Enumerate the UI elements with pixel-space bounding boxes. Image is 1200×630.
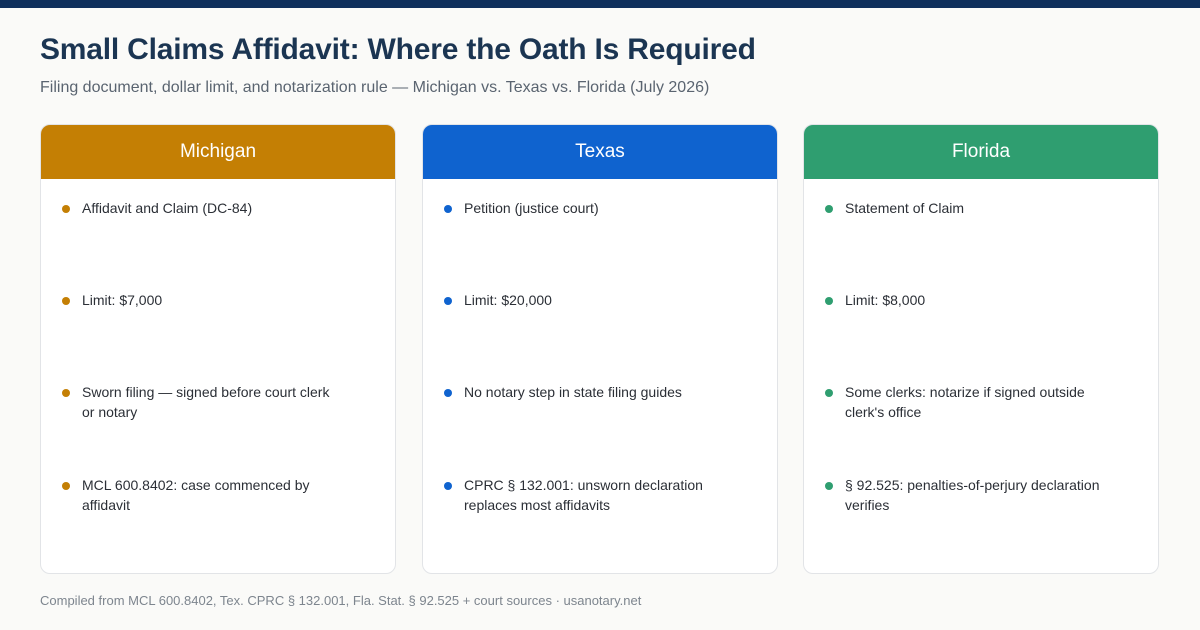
top-accent-bar <box>0 0 1200 8</box>
list-item: Limit: $8,000 <box>825 291 1105 311</box>
card-michigan: Michigan Affidavit and Claim (DC-84) Lim… <box>40 124 396 574</box>
list-item: CPRC § 132.001: unsworn declaration repl… <box>444 476 724 515</box>
item-text: No notary step in state filing guides <box>464 384 682 400</box>
card-title-florida: Florida <box>951 141 1011 162</box>
page-subtitle: Filing document, dollar limit, and notar… <box>40 79 710 96</box>
card-florida: Florida Statement of Claim Limit: $8,000… <box>803 124 1159 574</box>
list-item: Some clerks: notarize if signed outside … <box>825 383 1105 422</box>
list-item: No notary step in state filing guides <box>444 383 724 403</box>
page-title: Small Claims Affidavit: Where the Oath I… <box>40 33 756 66</box>
item-text: Petition (justice court) <box>464 200 599 216</box>
list-item: Limit: $20,000 <box>444 291 724 311</box>
card-title-michigan: Michigan <box>179 141 257 162</box>
list-item: Sworn filing — signed before court clerk… <box>62 383 342 422</box>
item-text: Sworn filing — signed before court clerk… <box>82 384 330 420</box>
bullet-dot-icon <box>825 204 833 213</box>
bullet-dot-icon <box>825 296 833 305</box>
list-item: Affidavit and Claim (DC-84) <box>62 199 342 219</box>
item-text: Statement of Claim <box>845 200 965 216</box>
list-item: Petition (justice court) <box>444 199 724 219</box>
bullet-dot-icon <box>444 388 452 397</box>
item-text: Limit: $7,000 <box>82 292 163 308</box>
bullet-dot-icon <box>444 296 452 305</box>
item-text: Some clerks: notarize if signed outside … <box>845 384 1085 420</box>
card-title-texas: Texas <box>575 141 625 162</box>
bullet-dot-icon <box>444 204 452 213</box>
item-text: Affidavit and Claim (DC-84) <box>82 200 253 216</box>
list-item: § 92.525: penalties-of-perjury declarati… <box>825 476 1105 515</box>
item-text: § 92.525: penalties-of-perjury declarati… <box>845 477 1100 513</box>
item-text: Limit: $20,000 <box>464 292 552 308</box>
source-footer: Compiled from MCL 600.8402, Tex. CPRC § … <box>40 593 642 608</box>
item-text: MCL 600.8402: case commenced by affidavi… <box>82 477 310 513</box>
item-text: Limit: $8,000 <box>845 292 926 308</box>
bullet-dot-icon <box>62 204 70 213</box>
list-item: Statement of Claim <box>825 199 1105 219</box>
list-item: MCL 600.8402: case commenced by affidavi… <box>62 476 342 515</box>
item-text: CPRC § 132.001: unsworn declaration repl… <box>464 477 703 513</box>
card-texas: Texas Petition (justice court) Limit: $2… <box>422 124 778 574</box>
bullet-dot-icon <box>62 296 70 305</box>
card-header-florida: Florida <box>804 125 1158 179</box>
card-header-texas: Texas <box>423 125 777 179</box>
bullet-dot-icon <box>62 481 70 490</box>
bullet-dot-icon <box>62 388 70 397</box>
list-item: Limit: $7,000 <box>62 291 342 311</box>
bullet-dot-icon <box>825 388 833 397</box>
card-header-michigan: Michigan <box>41 125 395 179</box>
bullet-dot-icon <box>444 481 452 490</box>
bullet-dot-icon <box>825 481 833 490</box>
